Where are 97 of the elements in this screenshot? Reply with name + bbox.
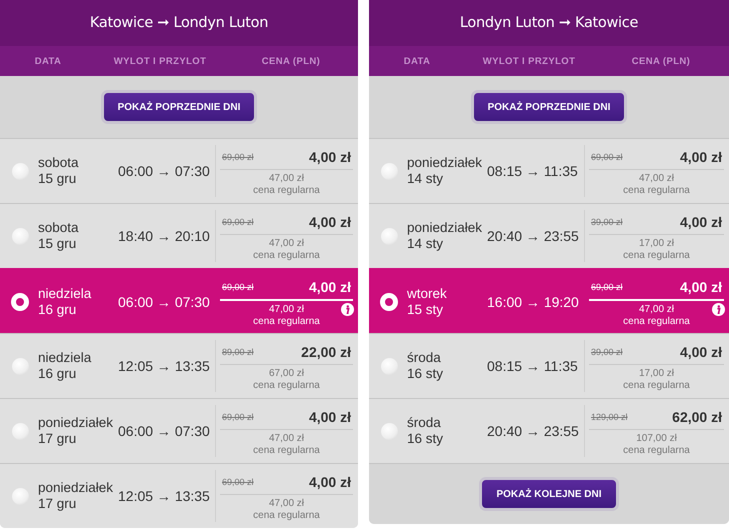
flight-date: środa 16 sty (407, 350, 444, 382)
flight-times: 12:05 → 13:35 (118, 488, 211, 504)
regular-price: 17,00 zł (638, 368, 674, 380)
promo-price: 4,00 zł (308, 474, 351, 490)
column-header: WYLOT I PRZYLOT (114, 56, 206, 66)
flight-date: środa 16 sty (407, 415, 444, 447)
flight-times: 06:00 → 07:30 (118, 423, 211, 439)
regular-price-label: cena regularna (253, 445, 320, 457)
flight-date: niedziela 16 gru (38, 286, 92, 318)
regular-price: 47,00 zł (638, 304, 674, 316)
column-header: DATA (34, 56, 62, 66)
old-price: 39,00 zł (591, 217, 623, 227)
flight-times: 06:00 → 07:30 (118, 163, 211, 179)
flight-date: poniedziałek 17 gru (38, 415, 114, 447)
flight-times: 12:05 → 13:35 (118, 358, 211, 374)
flight-times: 08:15 → 11:35 (487, 163, 579, 179)
radio-button[interactable] (12, 162, 28, 180)
flight-times: 06:00 → 07:30 (118, 294, 211, 310)
flight-times: 08:15 → 11:35 (487, 358, 579, 374)
regular-price: 67,00 zł (268, 368, 304, 380)
promo-price: 4,00 zł (680, 344, 722, 360)
regular-price: 47,00 zł (268, 304, 304, 316)
regular-price: 47,00 zł (268, 498, 304, 510)
radio-button[interactable] (12, 228, 28, 244)
promo-price: 4,00 zł (308, 409, 351, 425)
regular-price-label: cena regularna (253, 510, 320, 522)
regular-price: 47,00 zł (268, 433, 304, 445)
regular-price: 17,00 zł (638, 238, 674, 250)
radio-button[interactable] (12, 488, 28, 504)
radio-button[interactable] (380, 228, 398, 244)
radio-button[interactable] (12, 358, 28, 374)
regular-price-label: cena regularna (623, 185, 690, 197)
column-header: DATA (404, 56, 430, 66)
flight-date: poniedziałek 14 sty (407, 155, 484, 187)
regular-price-label: cena regularna (253, 250, 320, 262)
old-price: 39,00 zł (591, 347, 623, 357)
old-price: 69,00 zł (222, 477, 254, 487)
radio-button[interactable] (380, 422, 398, 440)
flight-date: sobota 15 gru (38, 220, 80, 252)
old-price: 69,00 zł (591, 152, 623, 162)
radio-button[interactable] (12, 422, 28, 440)
old-price: 129,00 zł (591, 412, 628, 422)
old-price: 69,00 zł (222, 282, 254, 292)
info-icon[interactable] (341, 303, 354, 316)
regular-price-label: cena regularna (623, 316, 690, 328)
flight-row[interactable]: środa 16 sty 08:15 → 11:35 39,00 zł 4,00 zł 17,00 zł cena regularna (369, 333, 729, 398)
flight-date: wtorek 15 sty (407, 286, 448, 318)
column-header: WYLOT I PRZYLOT (482, 56, 576, 66)
regular-price-label: cena regularna (253, 185, 320, 197)
flight-times: 18:40 → 20:10 (118, 228, 211, 244)
next-days-button[interactable]: POKAŻ KOLEJNE DNI (479, 477, 618, 511)
regular-price-label: cena regularna (623, 250, 690, 262)
flight-row[interactable]: sobota 15 gru 06:00 → 07:30 69,00 zł 4,00 zł 47,00 zł cena regularna (0, 138, 358, 203)
regular-price-label: cena regularna (253, 316, 320, 328)
column-header: CENA (PLN) (632, 56, 690, 66)
flight-date: sobota 15 gru (38, 155, 80, 187)
flight-row[interactable]: środa 16 sty 20:40 → 23:55 129,00 zł 62,00 zł 107,00 zł cena regularna (369, 398, 729, 463)
flight-row[interactable]: wtorek 15 sty 16:00 → 19:20 69,00 zł 4,00 zł 47,00 zł cena regularna (369, 268, 729, 333)
flight-times: 16:00 → 19:20 (487, 294, 580, 310)
regular-price: 47,00 zł (268, 238, 304, 250)
flight-row[interactable]: niedziela 16 gru 12:05 → 13:35 89,00 zł 22,00 zł 67,00 zł cena regularna (0, 333, 358, 398)
route-title: Katowice ➞ Londyn Luton (90, 15, 268, 31)
regular-price-label: cena regularna (623, 445, 690, 457)
old-price: 69,00 zł (591, 282, 623, 292)
regular-price-label: cena regularna (253, 380, 320, 392)
flight-row[interactable]: niedziela 16 gru 06:00 → 07:30 69,00 zł 4,00 zł 47,00 zł cena regularna (0, 268, 358, 333)
radio-button[interactable] (380, 358, 398, 374)
promo-price: 4,00 zł (308, 214, 351, 230)
promo-price: 4,00 zł (680, 214, 722, 230)
radio-button[interactable] (380, 292, 398, 310)
column-header: CENA (PLN) (262, 56, 320, 66)
promo-price: 4,00 zł (308, 279, 351, 295)
promo-price: 4,00 zł (680, 149, 722, 165)
flight-date: niedziela 16 gru (38, 350, 92, 382)
promo-price: 4,00 zł (308, 149, 351, 165)
old-price: 69,00 zł (222, 152, 254, 162)
promo-price: 4,00 zł (680, 279, 722, 295)
regular-price: 107,00 zł (636, 433, 677, 445)
old-price: 69,00 zł (222, 217, 254, 227)
regular-price-label: cena regularna (623, 380, 690, 392)
regular-price: 47,00 zł (268, 173, 304, 185)
promo-price: 62,00 zł (672, 409, 722, 425)
flight-date: poniedziałek 14 sty (407, 220, 484, 252)
radio-button[interactable] (380, 162, 398, 180)
old-price: 69,00 zł (222, 412, 254, 422)
flight-times: 20:40 → 23:55 (487, 423, 580, 439)
old-price: 89,00 zł (222, 347, 254, 357)
flight-date: poniedziałek 17 gru (38, 480, 114, 512)
route-title: Londyn Luton ➞ Katowice (460, 15, 638, 31)
regular-price: 47,00 zł (638, 173, 674, 185)
flight-times: 20:40 → 23:55 (487, 228, 580, 244)
promo-price: 22,00 zł (301, 344, 351, 360)
radio-button[interactable] (11, 292, 29, 310)
previous-days-button[interactable]: POKAŻ POPRZEDNIE DNI (470, 90, 628, 124)
flight-row[interactable]: sobota 15 gru 18:40 → 20:10 69,00 zł 4,00 zł 47,00 zł cena regularna (0, 203, 358, 268)
info-icon[interactable] (712, 303, 725, 316)
previous-days-button[interactable]: POKAŻ POPRZEDNIE DNI (100, 90, 258, 124)
